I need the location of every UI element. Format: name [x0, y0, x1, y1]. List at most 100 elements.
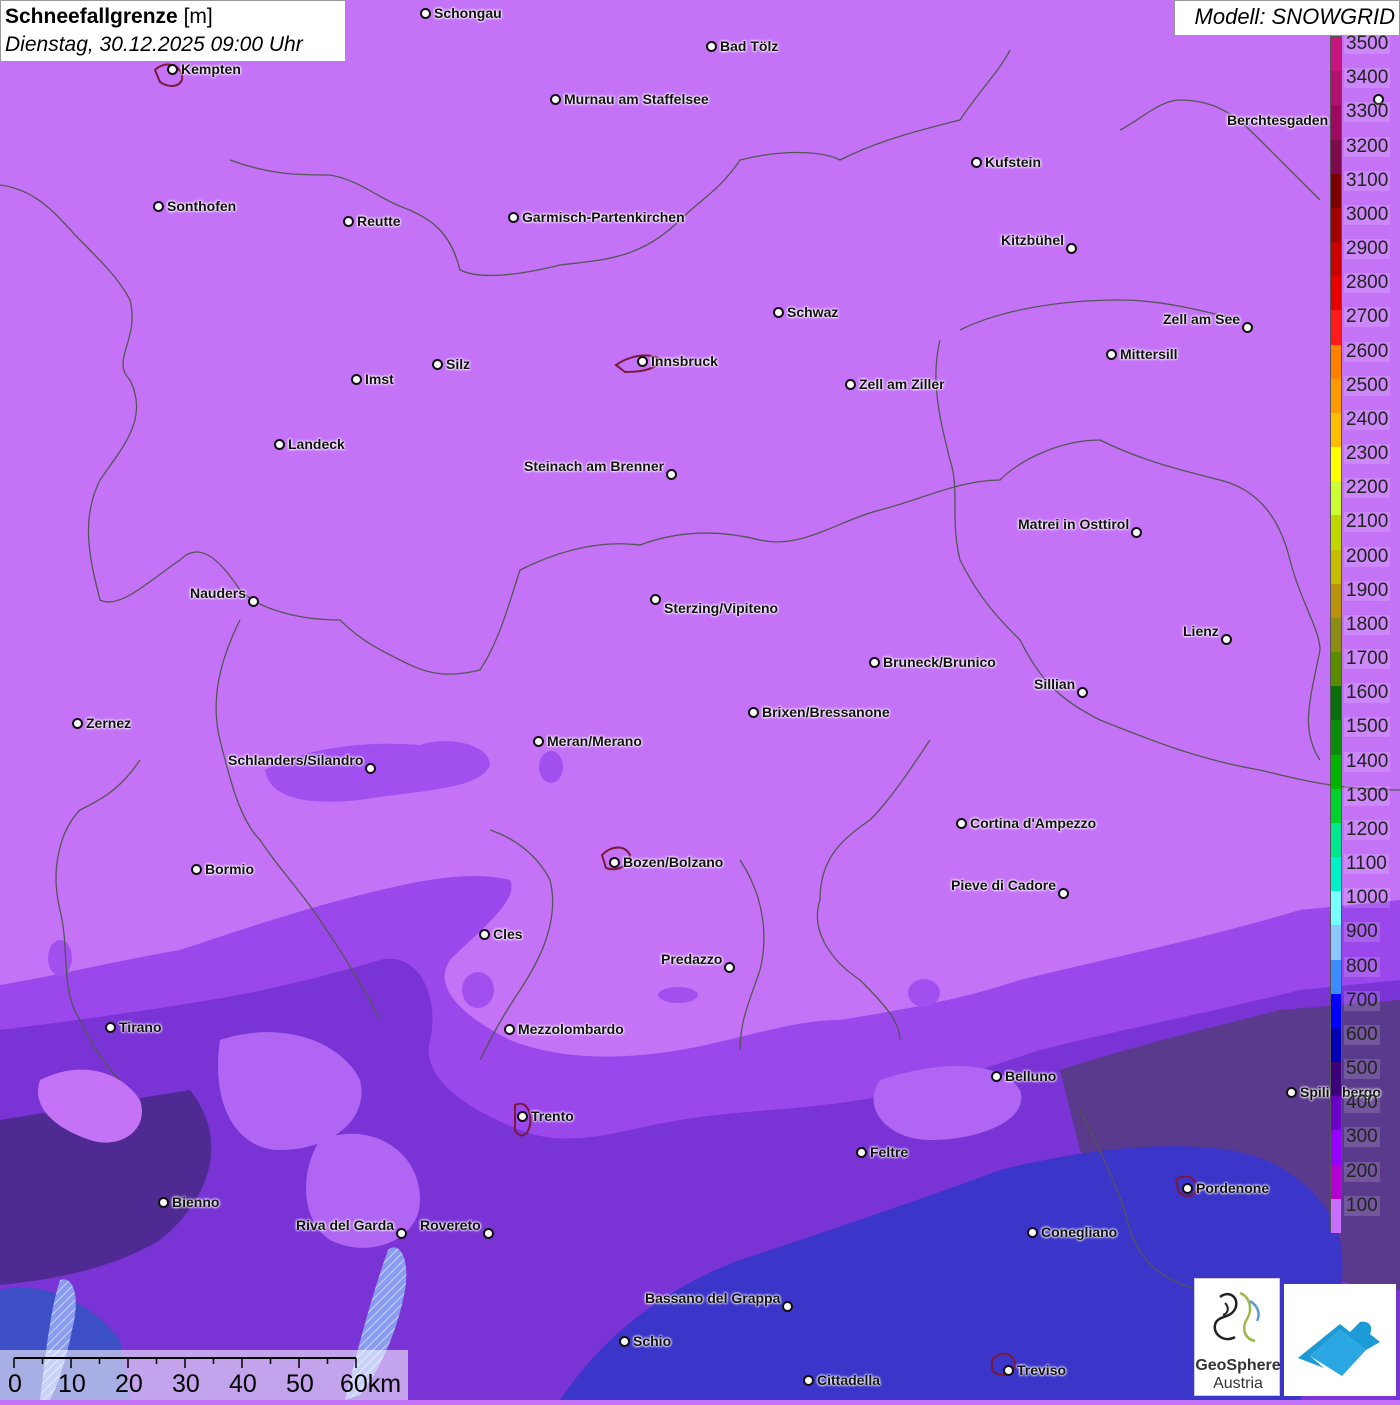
legend-swatch-200 — [1331, 1164, 1341, 1200]
city-marker-mezzolombardo — [504, 1024, 515, 1035]
geosphere-emblem-icon — [1213, 1291, 1260, 1343]
city-label-feltre: Feltre — [870, 1144, 909, 1160]
model-label: Modell: SNOWGRID — [1174, 0, 1400, 36]
city-marker-conegliano — [1027, 1227, 1038, 1238]
legend-label-2800: 2800 — [1344, 272, 1391, 294]
city-marker-bassano-del-grappa — [782, 1301, 793, 1312]
legend-label-2500: 2500 — [1344, 374, 1391, 396]
city-marker-cittadella — [803, 1375, 814, 1386]
city-label-reutte: Reutte — [357, 213, 401, 229]
legend-label-2400: 2400 — [1344, 408, 1391, 430]
meran-blob — [539, 751, 563, 783]
city-label-berchtesgaden: Berchtesgaden — [1227, 112, 1329, 128]
scale-label-3: 30 — [172, 1370, 200, 1398]
city-label-lienz: Lienz — [1183, 623, 1219, 639]
city-label-landeck: Landeck — [288, 436, 345, 452]
city-label-cortina-d-ampezzo: Cortina d'Ampezzo — [970, 815, 1097, 831]
city-label-conegliano: Conegliano — [1041, 1224, 1118, 1240]
legend-label-2700: 2700 — [1344, 306, 1391, 328]
legend-label-700: 700 — [1344, 989, 1380, 1011]
city-label-treviso: Treviso — [1017, 1362, 1067, 1378]
city-marker-zell-am-see — [1242, 322, 1253, 333]
city-label-bienno: Bienno — [172, 1194, 220, 1210]
scale-label-4: 40 — [229, 1370, 257, 1398]
legend-swatch-700 — [1331, 993, 1341, 1029]
legend-swatch-900 — [1331, 925, 1341, 961]
city-label-kufstein: Kufstein — [985, 154, 1041, 170]
scale-label-1: 10 — [58, 1370, 86, 1398]
cles-blob — [462, 972, 494, 1008]
city-marker-nauders — [248, 596, 259, 607]
legend-swatch-3300 — [1331, 105, 1341, 140]
legend-swatch-2600 — [1331, 344, 1341, 380]
city-label-riva-del-garda: Riva del Garda — [296, 1217, 395, 1233]
city-marker-silz — [432, 359, 443, 370]
city-marker-sonthofen — [153, 201, 164, 212]
scale-label-2: 20 — [115, 1370, 143, 1398]
city-label-garmisch-partenkirchen: Garmisch-Partenkirchen — [522, 209, 685, 225]
city-label-schio: Schio — [633, 1333, 672, 1349]
city-label-bruneck-brunico: Bruneck/Brunico — [883, 654, 996, 670]
legend-color-bar — [1330, 36, 1342, 1234]
legend-label-900: 900 — [1344, 921, 1380, 943]
city-label-rovereto: Rovereto — [420, 1217, 481, 1233]
city-label-bormio: Bormio — [205, 861, 254, 877]
city-label-predazzo: Predazzo — [661, 951, 723, 967]
city-marker-cortina-d-ampezzo — [956, 818, 967, 829]
legend-swatch-1500 — [1331, 720, 1341, 756]
city-marker-bienno — [158, 1197, 169, 1208]
scale-label-0: 0 — [8, 1370, 22, 1398]
geosphere-country: Austria — [1213, 1375, 1263, 1392]
city-marker-zernez — [72, 718, 83, 729]
city-label-schongau: Schongau — [434, 5, 502, 21]
city-marker-tirano — [105, 1022, 116, 1033]
city-marker-treviso — [1003, 1365, 1014, 1376]
legend-label-1400: 1400 — [1344, 750, 1391, 772]
legend-label-1600: 1600 — [1344, 682, 1391, 704]
scale-bar: 0 10 20 30 40 50 60km — [0, 1350, 408, 1400]
legend-label-1700: 1700 — [1344, 648, 1391, 670]
legend-swatch-1700 — [1331, 652, 1341, 687]
title-box: Schneefallgrenze [m] Dienstag, 30.12.202… — [0, 0, 346, 62]
city-label-zell-am-see: Zell am See — [1163, 311, 1241, 327]
city-marker-predazzo — [724, 962, 735, 973]
city-label-mittersill: Mittersill — [1120, 346, 1178, 362]
city-marker-bruneck-brunico — [869, 657, 880, 668]
city-label-zell-am-ziller: Zell am Ziller — [859, 376, 945, 392]
legend-label-100: 100 — [1344, 1194, 1380, 1216]
color-legend: 3500 3400 3300 3200 3100 3000 2900 2800 2700 2600… — [1330, 34, 1400, 1234]
city-marker-kempten — [167, 64, 178, 75]
legend-label-600: 600 — [1344, 1023, 1380, 1045]
legend-swatch-2500 — [1331, 378, 1341, 414]
city-label-trento: Trento — [531, 1108, 574, 1124]
city-label-kitzb-hel: Kitzbühel — [1001, 232, 1064, 248]
city-label-kempten: Kempten — [181, 61, 241, 77]
city-marker-brixen-bressanone — [748, 707, 759, 718]
city-marker-bad-t-lz — [706, 41, 717, 52]
legend-swatch-1300 — [1331, 788, 1341, 824]
legend-swatch-2000 — [1331, 549, 1341, 585]
city-label-belluno: Belluno — [1005, 1068, 1057, 1084]
scale-label-6: 60km — [340, 1370, 402, 1398]
city-marker-schwaz — [773, 307, 784, 318]
predazzo-blob — [658, 987, 698, 1003]
legend-swatch-300 — [1331, 1130, 1341, 1166]
mountain-logo-icon — [1298, 1321, 1380, 1376]
city-marker-bormio — [191, 864, 202, 875]
legend-swatch-100 — [1331, 1198, 1341, 1234]
city-marker-reutte — [343, 216, 354, 227]
geosphere-name: GeoSphere — [1195, 1357, 1281, 1374]
city-marker-matrei-in-osttirol — [1131, 527, 1142, 538]
city-label-sillian: Sillian — [1034, 676, 1076, 692]
legend-label-1100: 1100 — [1344, 853, 1389, 875]
legend-swatch-2300 — [1331, 447, 1341, 482]
map-datetime: Dienstag, 30.12.2025 09:00 Uhr — [5, 33, 303, 56]
city-marker-rovereto — [483, 1228, 494, 1239]
city-label-pieve-di-cadore: Pieve di Cadore — [951, 877, 1057, 893]
legend-swatch-600 — [1331, 1027, 1341, 1063]
city-label-innsbruck: Innsbruck — [651, 353, 718, 369]
scale-label-5: 50 — [286, 1370, 314, 1398]
legend-label-3300: 3300 — [1344, 101, 1391, 123]
legend-label-1500: 1500 — [1344, 716, 1391, 738]
legend-label-1000: 1000 — [1344, 887, 1391, 909]
